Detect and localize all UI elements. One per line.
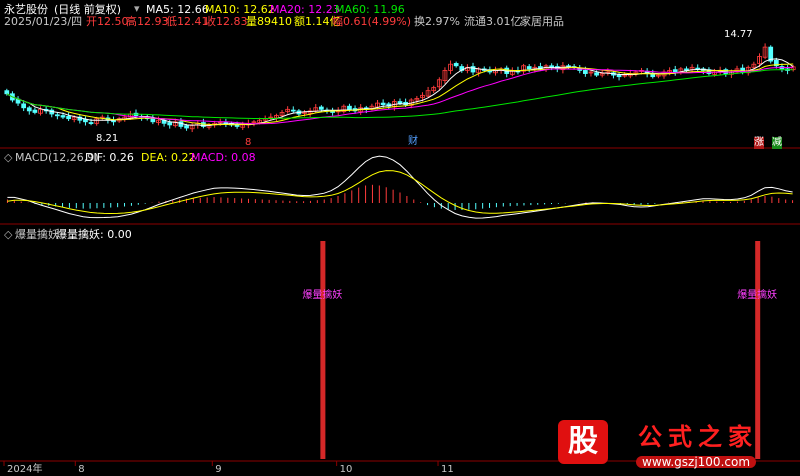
candle-body [582,70,588,74]
macd-collapse-icon[interactable]: ◇ [4,152,12,164]
dea-line [7,170,793,215]
date-label: 2025/01/23/四 [4,15,83,28]
open-label: 开12.50 [86,15,129,28]
x-axis-tick-label: 10 [340,464,353,475]
turnover-label: 换2.97% [414,15,460,28]
watermark-site-name: 公式之家 [638,423,758,451]
ma20-line [6,66,794,125]
chevron-down-icon[interactable]: ▾ [134,3,140,15]
volume-label: 量89410 [246,15,292,28]
signal-collapse-icon[interactable]: ◇ [4,229,12,241]
low-price-annotation: 8.21 [96,133,119,144]
event-marker-left[interactable]: 8 [245,137,251,149]
high-price-annotation: 14.77 [724,29,753,40]
signal-title: 爆量擒妖 [15,228,59,241]
candle-body [21,103,27,109]
signal-bar [320,241,326,459]
high-label: 高12.93 [126,15,169,28]
signal-value-label: 爆量擒妖: 0.00 [56,228,132,241]
candle-body [380,102,386,106]
candle-body [88,122,94,124]
event-marker-cai[interactable]: 财 [408,136,418,148]
event-marker-jian[interactable]: 减 [772,137,782,149]
candle-body [54,114,60,117]
candle-body [26,107,32,112]
candle-body [616,74,622,78]
signal-label: 爆量擒妖 [737,288,777,301]
candle-body [453,63,459,67]
candle-body [397,101,403,104]
candle-body [318,106,324,110]
candle-body [184,125,189,129]
x-axis: 2024年 8 9 10 11 [3,461,454,475]
close-label: 收12.83 [205,15,248,28]
price-pane [4,43,796,133]
candle-body [60,115,66,118]
candle-body [470,66,476,73]
macd-value-label: MACD: 0.08 [191,151,256,164]
dif-line [7,155,793,219]
event-marker-zhang[interactable]: 涨 [754,137,764,149]
ma60-line [6,69,794,119]
macd-pane [6,155,794,219]
industry-label: 家居用品 [520,15,564,28]
macd-dif-label: DIF: 0.26 [85,151,134,164]
change-label: 幅0.61(4.99%) [332,15,412,28]
x-axis-tick-label: 11 [441,464,454,475]
watermark-logo: 股 [558,420,608,464]
candle-body [526,66,532,70]
candle-body [66,115,71,120]
low-label: 低12.41 [166,15,209,28]
candle-body [32,109,38,113]
candle-body [167,122,173,126]
candle-body [594,72,599,76]
signal-label: 爆量擒妖 [302,288,342,301]
x-axis-tick-label: 8 [78,464,84,475]
x-axis-tick-label: 9 [215,464,221,475]
x-axis-tick-label: 2024年 [7,462,42,475]
candle-body [290,109,296,112]
watermark-url: www.gszj100.com [636,456,757,468]
float-label: 流通3.01亿 [464,15,522,28]
candle-body [672,69,678,73]
candle-body [347,105,352,110]
macd-dea-label: DEA: 0.22 [141,151,196,164]
candle-body [4,90,10,95]
